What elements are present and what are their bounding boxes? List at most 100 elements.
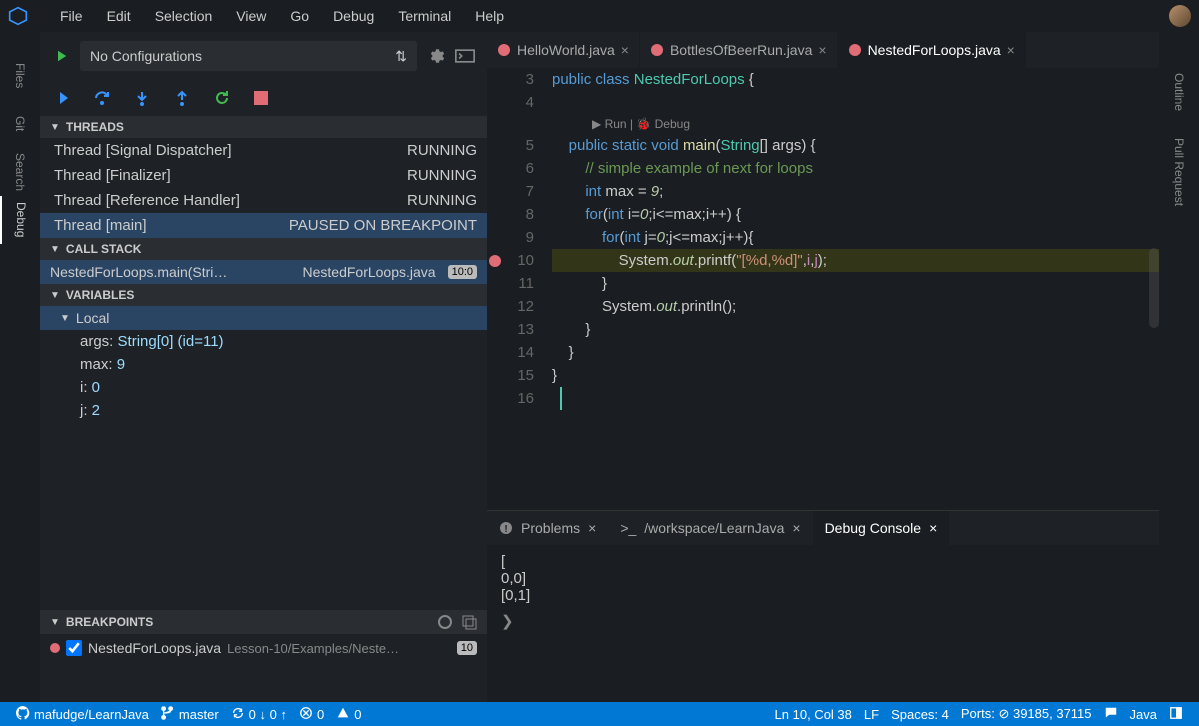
codelens[interactable]: ▶ Run | 🐞 Debug xyxy=(552,114,1159,134)
stop-icon[interactable] xyxy=(254,91,268,105)
menu-go[interactable]: Go xyxy=(278,4,321,28)
close-icon[interactable]: × xyxy=(929,520,937,536)
remove-breakpoints-icon[interactable] xyxy=(461,614,477,630)
threads-header-label: THREADS xyxy=(66,120,124,134)
breakpoint-dot-icon xyxy=(50,643,60,653)
editor-tabs: HelloWorld.java×BottlesOfBeerRun.java×Ne… xyxy=(487,32,1159,68)
config-select[interactable]: No Configurations ⇅ xyxy=(80,41,417,71)
status-item[interactable]: mafudge/LearnJava xyxy=(10,706,155,723)
code-line: } xyxy=(552,341,1159,364)
threads-header[interactable]: ▼THREADS xyxy=(40,116,487,138)
tab-nestedforloops-java[interactable]: NestedForLoops.java× xyxy=(838,32,1026,68)
restart-icon[interactable] xyxy=(214,90,230,106)
variable-item[interactable]: i: 0 xyxy=(40,376,487,399)
status-item[interactable] xyxy=(1163,706,1189,723)
menu-edit[interactable]: Edit xyxy=(95,4,143,28)
menu-view[interactable]: View xyxy=(224,4,278,28)
panel-tab-problems[interactable]: !Problems× xyxy=(487,511,608,545)
status-item[interactable]: LF xyxy=(858,706,885,723)
continue-icon[interactable] xyxy=(54,90,70,106)
scrollbar-thumb[interactable] xyxy=(1149,248,1159,328)
code-line xyxy=(552,91,1159,114)
panel-body: [0,0][0,1]❯ xyxy=(487,545,1159,702)
close-icon[interactable]: × xyxy=(621,42,629,58)
console-output-line: [ xyxy=(501,553,1145,570)
gear-icon[interactable] xyxy=(427,47,445,65)
rightbar-pull-request[interactable]: Pull Request xyxy=(1172,132,1186,212)
callstack-frame[interactable]: NestedForLoops.main(Stri… NestedForLoops… xyxy=(40,260,487,284)
menu-selection[interactable]: Selection xyxy=(143,4,225,28)
line-gutter: 345678910111213141516 xyxy=(487,68,552,510)
debug-console-icon[interactable] xyxy=(455,48,475,64)
breakpoint-marker-icon[interactable] xyxy=(489,255,501,267)
console-prompt[interactable]: ❯ xyxy=(501,612,1145,630)
activity-search[interactable]: Search xyxy=(0,148,40,196)
error-icon xyxy=(299,706,313,723)
breakpoints-header-label: BREAKPOINTS xyxy=(66,615,153,629)
thread-row[interactable]: Thread [Reference Handler]RUNNING xyxy=(40,188,487,213)
status-item[interactable] xyxy=(1098,706,1124,723)
right-sidebar: OutlinePull Request xyxy=(1159,32,1199,702)
variable-item[interactable]: max: 9 xyxy=(40,353,487,376)
variables-header-label: VARIABLES xyxy=(66,288,134,302)
toggle-breakpoints-icon[interactable] xyxy=(437,614,453,630)
callstack-header-label: CALL STACK xyxy=(66,242,142,256)
step-out-icon[interactable] xyxy=(174,90,190,106)
thread-row[interactable]: Thread [main]PAUSED ON BREAKPOINT xyxy=(40,213,487,238)
activity-git[interactable]: Git xyxy=(0,100,40,148)
activity-files[interactable]: Files xyxy=(0,52,40,100)
code-line: public static void main(String[] args) { xyxy=(552,134,1159,157)
code-line: int max = 9; xyxy=(552,180,1159,203)
layout-icon xyxy=(1169,706,1183,723)
close-icon[interactable]: × xyxy=(792,520,800,536)
frame-file: NestedForLoops.java xyxy=(303,264,436,280)
svg-text:!: ! xyxy=(504,524,507,535)
panel-tab--workspace-learnjava[interactable]: >_/workspace/LearnJava× xyxy=(608,511,812,545)
statusbar: mafudge/LearnJavamaster0 ↓ 0 ↑00 Ln 10, … xyxy=(0,702,1199,726)
code-line: } xyxy=(552,364,1159,387)
step-into-icon[interactable] xyxy=(134,90,150,106)
rightbar-outline[interactable]: Outline xyxy=(1172,52,1186,132)
code-editor[interactable]: 345678910111213141516 public class Neste… xyxy=(487,68,1159,510)
variables-header[interactable]: ▼VARIABLES xyxy=(40,284,487,306)
status-item[interactable]: 0 xyxy=(330,706,367,723)
status-item[interactable]: Ln 10, Col 38 xyxy=(769,706,858,723)
run-config-row: No Configurations ⇅ xyxy=(40,32,487,80)
menu-debug[interactable]: Debug xyxy=(321,4,386,28)
breakpoint-row[interactable]: NestedForLoops.java Lesson-10/Examples/N… xyxy=(40,634,487,662)
run-play-icon[interactable] xyxy=(52,47,70,65)
panel-tabs: !Problems×>_/workspace/LearnJava×Debug C… xyxy=(487,511,1159,545)
thread-row[interactable]: Thread [Signal Dispatcher]RUNNING xyxy=(40,138,487,163)
close-icon[interactable]: × xyxy=(818,42,826,58)
breakpoint-checkbox[interactable] xyxy=(66,640,82,656)
status-item[interactable]: Java xyxy=(1124,706,1163,723)
java-file-icon xyxy=(497,43,511,57)
breakpoints-header[interactable]: ▼BREAKPOINTS xyxy=(40,610,487,634)
tab-bottlesofbeerrun-java[interactable]: BottlesOfBeerRun.java× xyxy=(640,32,838,68)
status-item[interactable]: Ports: ⊘ 39185, 37115 xyxy=(955,706,1098,723)
menu-terminal[interactable]: Terminal xyxy=(386,4,463,28)
variable-item[interactable]: args: String[0] (id=11) xyxy=(40,330,487,353)
menu-file[interactable]: File xyxy=(48,4,95,28)
status-item[interactable]: Spaces: 4 xyxy=(885,706,955,723)
frame-name: NestedForLoops.main(Stri… xyxy=(50,264,291,280)
variable-item[interactable]: j: 2 xyxy=(40,399,487,422)
status-item[interactable]: 0 xyxy=(293,706,330,723)
panel-tab-debug-console[interactable]: Debug Console× xyxy=(813,511,950,545)
step-over-icon[interactable] xyxy=(94,90,110,106)
callstack-header[interactable]: ▼CALL STACK xyxy=(40,238,487,260)
tab-helloworld-java[interactable]: HelloWorld.java× xyxy=(487,32,640,68)
java-file-icon xyxy=(848,43,862,57)
breakpoint-line: 10 xyxy=(457,641,477,655)
status-item[interactable]: master xyxy=(155,706,225,723)
variables-scope[interactable]: ▼Local xyxy=(40,306,487,330)
status-item[interactable]: 0 ↓ 0 ↑ xyxy=(225,706,293,723)
thread-row[interactable]: Thread [Finalizer]RUNNING xyxy=(40,163,487,188)
menu-help[interactable]: Help xyxy=(463,4,516,28)
close-icon[interactable]: × xyxy=(1007,42,1015,58)
user-avatar[interactable] xyxy=(1169,5,1191,27)
code-line xyxy=(552,387,1159,410)
debug-sidebar: No Configurations ⇅ ▼THREADS Thread [Sig… xyxy=(40,32,487,702)
close-icon[interactable]: × xyxy=(588,520,596,536)
activity-debug[interactable]: Debug xyxy=(0,196,40,244)
